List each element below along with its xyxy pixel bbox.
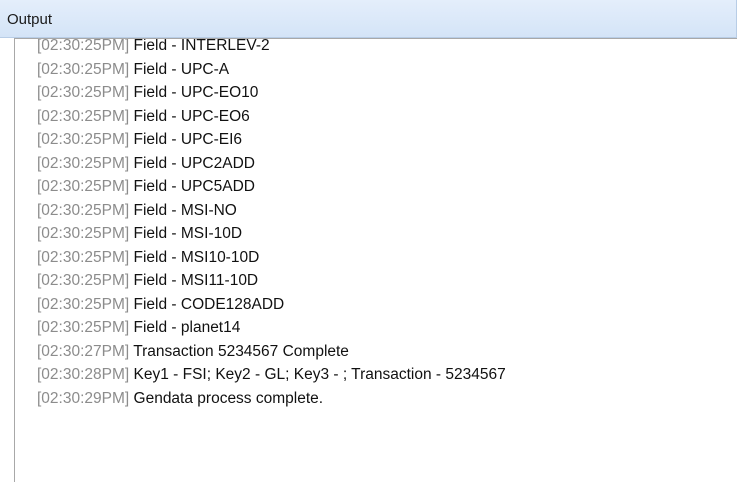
log-line: [02:30:29PM] Gendata process complete. xyxy=(37,387,737,411)
log-message: Field - UPC2ADD xyxy=(133,154,255,172)
log-timestamp: [02:30:25PM] xyxy=(37,201,130,219)
log-message: Field - UPC-EO10 xyxy=(133,84,259,101)
output-panel: Output [02:30:25PM] Field - INTERLEV-2 [0… xyxy=(0,0,737,482)
output-panel-title: Output xyxy=(7,11,53,28)
log-line: [02:30:25PM] Field - MSI11-10D xyxy=(37,269,737,293)
log-line: [02:30:25PM] Field - UPC5ADD xyxy=(37,175,737,199)
log-timestamp: [02:30:25PM] xyxy=(37,84,130,101)
log-line: [02:30:28PM] Key1 - FSI; Key2 - GL; Key3… xyxy=(37,363,737,387)
log-line: [02:30:25PM] Field - MSI-NO xyxy=(37,199,737,223)
log-message: Field - INTERLEV-2 xyxy=(133,38,270,54)
log-timestamp: [02:30:25PM] xyxy=(37,154,130,172)
log-timestamp: [02:30:25PM] xyxy=(37,248,130,266)
log-line: [02:30:25PM] Field - MSI10-10D xyxy=(37,246,737,270)
log-list: [02:30:25PM] Field - INTERLEV-2 [02:30:25… xyxy=(15,38,737,411)
log-line: [02:30:25PM] Field - UPC-A xyxy=(37,58,737,82)
log-message: Field - MSI-10D xyxy=(133,225,243,242)
log-message: Field - UPC-EI6 xyxy=(133,131,243,148)
log-timestamp: [02:30:27PM] xyxy=(37,342,130,360)
log-line: [02:30:27PM] Transaction 5234567 Complet… xyxy=(37,340,737,364)
log-timestamp: [02:30:29PM] xyxy=(37,389,130,407)
log-timestamp: [02:30:25PM] xyxy=(37,178,130,195)
log-message: Field - planet14 xyxy=(133,319,241,336)
log-line: [02:30:25PM] Field - MSI-10D xyxy=(37,222,737,246)
log-message: Field - UPC5ADD xyxy=(133,178,255,195)
log-line: [02:30:25PM] Field - UPC2ADD xyxy=(37,152,737,176)
log-line: [02:30:25PM] Field - planet14 xyxy=(37,316,737,340)
log-message: Transaction 5234567 Complete xyxy=(133,342,349,360)
log-message: Gendata process complete. xyxy=(133,389,324,407)
log-message: Field - UPC-A xyxy=(133,60,230,78)
log-message: Field - MSI10-10D xyxy=(133,248,260,266)
log-timestamp: [02:30:25PM] xyxy=(37,131,130,148)
log-message: Key1 - FSI; Key2 - GL; Key3 - ; Transact… xyxy=(133,366,506,383)
log-line: [02:30:25PM] Field - UPC-EO10 xyxy=(37,81,737,105)
log-line: [02:30:25PM] Field - INTERLEV-2 xyxy=(37,38,737,58)
log-message: Field - MSI-NO xyxy=(133,201,237,219)
log-line: [02:30:25PM] Field - CODE128ADD xyxy=(37,293,737,317)
log-timestamp: [02:30:25PM] xyxy=(37,319,130,336)
log-line: [02:30:25PM] Field - UPC-EO6 xyxy=(37,105,737,129)
log-message: Field - UPC-EO6 xyxy=(133,107,250,125)
log-timestamp: [02:30:25PM] xyxy=(37,107,130,125)
log-timestamp: [02:30:25PM] xyxy=(37,60,130,78)
log-message: Field - CODE128ADD xyxy=(133,295,285,313)
log-line: [02:30:25PM] Field - UPC-EI6 xyxy=(37,128,737,152)
log-timestamp: [02:30:25PM] xyxy=(37,38,130,54)
output-panel-header: Output xyxy=(0,0,737,38)
log-message: Field - MSI11-10D xyxy=(133,272,259,289)
log-timestamp: [02:30:25PM] xyxy=(37,225,130,242)
log-timestamp: [02:30:25PM] xyxy=(37,295,130,313)
output-log-area[interactable]: [02:30:25PM] Field - INTERLEV-2 [02:30:25… xyxy=(14,38,737,482)
log-timestamp: [02:30:25PM] xyxy=(37,272,130,289)
log-timestamp: [02:30:28PM] xyxy=(37,366,130,383)
